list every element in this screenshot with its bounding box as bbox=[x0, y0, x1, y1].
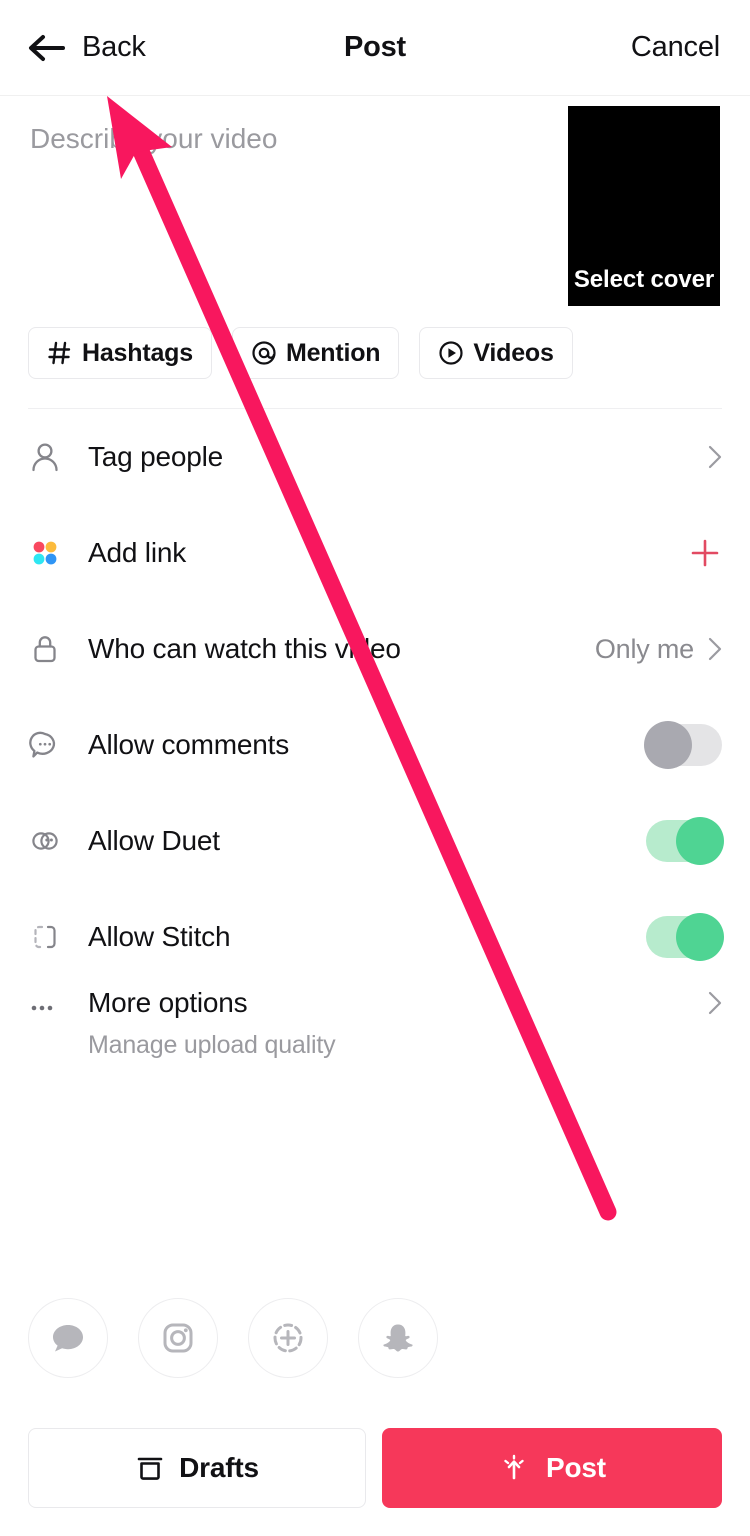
person-icon bbox=[28, 440, 80, 474]
mention-chip-label: Mention bbox=[285, 338, 381, 367]
comment-icon bbox=[28, 728, 80, 762]
caption-tools: Hashtags Mention Videos bbox=[0, 314, 750, 392]
videos-chip-label: Videos bbox=[473, 338, 554, 367]
hashtags-chip-label: Hashtags bbox=[82, 338, 193, 367]
post-screen: Back Post Cancel Select cover Hashtags bbox=[0, 0, 750, 1536]
chevron-right-icon bbox=[708, 991, 722, 1015]
chevron-right-icon bbox=[708, 637, 722, 661]
cancel-button[interactable]: Cancel bbox=[631, 31, 750, 64]
ellipsis-icon bbox=[28, 985, 80, 1025]
chevron-right-icon bbox=[708, 445, 722, 469]
setting-row-add-link[interactable]: Add link bbox=[28, 505, 722, 601]
setting-control-more-options[interactable] bbox=[708, 985, 722, 1015]
play-circle-icon bbox=[439, 341, 463, 365]
setting-label-allow-comments: Allow comments bbox=[88, 729, 290, 760]
setting-label-allow-duet: Allow Duet bbox=[88, 825, 220, 856]
privacy-value: Only me bbox=[594, 633, 694, 664]
setting-label-privacy: Who can watch this video bbox=[88, 633, 401, 664]
message-bubble-icon bbox=[53, 1325, 83, 1352]
share-target-snapchat[interactable] bbox=[358, 1298, 438, 1378]
drafts-button[interactable]: Drafts bbox=[28, 1428, 366, 1508]
post-label: Post bbox=[546, 1452, 606, 1483]
toggle-knob bbox=[676, 817, 724, 865]
share-targets-row bbox=[0, 1298, 750, 1378]
plus-icon bbox=[691, 539, 719, 567]
share-target-messages[interactable] bbox=[28, 1298, 108, 1378]
share-target-instagram[interactable] bbox=[138, 1298, 218, 1378]
setting-control-privacy[interactable]: Only me bbox=[595, 634, 722, 665]
bottom-action-bar: Drafts Post bbox=[0, 1428, 750, 1536]
setting-label-tag-people: Tag people bbox=[88, 441, 224, 472]
setting-control-allow-duet[interactable] bbox=[646, 817, 724, 865]
toggle-knob bbox=[644, 721, 692, 769]
snapchat-icon bbox=[383, 1324, 413, 1352]
select-cover-button[interactable]: Select cover bbox=[568, 106, 720, 306]
setting-control-allow-stitch[interactable] bbox=[646, 913, 724, 961]
select-cover-label: Select cover bbox=[573, 266, 715, 293]
instagram-story-icon bbox=[273, 1323, 303, 1353]
allow-comments-toggle[interactable] bbox=[644, 721, 722, 769]
more-options-title: More options bbox=[88, 987, 248, 1018]
caption-area: Select cover bbox=[0, 96, 750, 314]
setting-row-allow-duet[interactable]: Allow Duet bbox=[28, 793, 724, 889]
arrow-left-icon bbox=[29, 34, 65, 61]
caption-input[interactable] bbox=[30, 120, 540, 280]
setting-row-allow-stitch[interactable]: Allow Stitch bbox=[28, 889, 724, 985]
setting-row-tag-people[interactable]: Tag people bbox=[28, 409, 722, 505]
more-options-text: More options Manage upload quality bbox=[88, 985, 336, 1060]
setting-control-tag-people[interactable] bbox=[708, 445, 722, 469]
setting-row-more-options[interactable]: More options Manage upload quality bbox=[28, 985, 722, 1085]
at-mention-icon bbox=[252, 341, 276, 365]
settings-list: Tag people Add link Who can watch this v… bbox=[0, 409, 750, 1085]
setting-label-add-link: Add link bbox=[88, 537, 187, 568]
back-label: Back bbox=[82, 31, 146, 63]
allow-stitch-toggle[interactable] bbox=[646, 913, 724, 961]
stitch-icon bbox=[28, 920, 80, 954]
flexible-spacer bbox=[0, 1085, 750, 1298]
mention-chip[interactable]: Mention bbox=[231, 327, 400, 379]
back-button[interactable]: Back bbox=[0, 31, 146, 64]
drafts-label: Drafts bbox=[179, 1452, 259, 1483]
setting-row-allow-comments[interactable]: Allow comments bbox=[28, 697, 722, 793]
hashtag-icon bbox=[48, 341, 71, 365]
videos-chip[interactable]: Videos bbox=[419, 327, 573, 379]
instagram-icon bbox=[163, 1323, 193, 1353]
upload-burst-icon bbox=[504, 1454, 524, 1480]
share-target-instagram-story[interactable] bbox=[248, 1298, 328, 1378]
more-options-description: Manage upload quality bbox=[88, 1031, 336, 1059]
toggle-knob bbox=[676, 913, 724, 961]
lock-icon bbox=[28, 632, 80, 666]
setting-control-add-link[interactable] bbox=[688, 536, 722, 570]
setting-label-allow-stitch: Allow Stitch bbox=[88, 921, 231, 952]
post-button[interactable]: Post bbox=[382, 1428, 722, 1508]
setting-control-allow-comments[interactable] bbox=[644, 721, 722, 769]
archive-icon bbox=[137, 1457, 163, 1480]
duet-icon bbox=[28, 824, 80, 858]
app-header: Back Post Cancel bbox=[0, 0, 750, 96]
hashtags-chip[interactable]: Hashtags bbox=[28, 327, 212, 379]
setting-row-privacy[interactable]: Who can watch this video Only me bbox=[28, 601, 722, 697]
allow-duet-toggle[interactable] bbox=[646, 817, 724, 865]
four-dots-icon bbox=[28, 536, 80, 570]
